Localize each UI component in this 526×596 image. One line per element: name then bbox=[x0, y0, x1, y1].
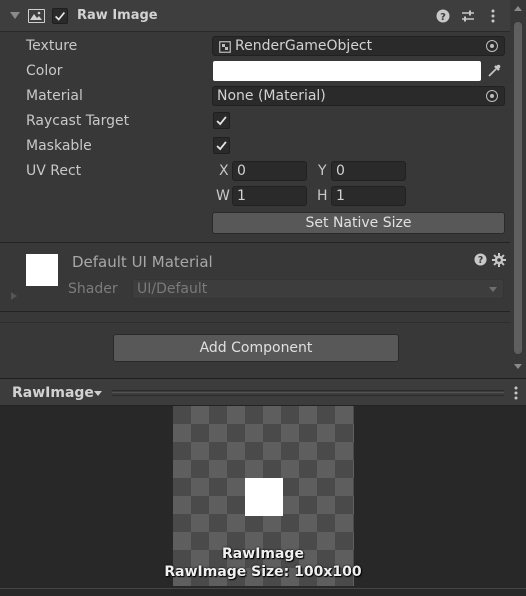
texture-field[interactable]: RenderGameObject bbox=[212, 36, 505, 56]
preview-caption-size: RawImage Size: 100x100 bbox=[164, 564, 362, 580]
uv-w-field[interactable]: 1 bbox=[232, 186, 307, 206]
material-preview-swatch bbox=[26, 254, 58, 286]
component-header[interactable]: Raw Image ? bbox=[0, 0, 510, 32]
add-component-button[interactable]: Add Component bbox=[113, 334, 399, 362]
set-native-size-button[interactable]: Set Native Size bbox=[212, 212, 505, 234]
uv-y-label[interactable]: Y bbox=[318, 163, 327, 179]
scroll-down-arrow-icon[interactable] bbox=[514, 364, 522, 369]
maskable-label: Maskable bbox=[26, 138, 92, 154]
uv-rect-label: UV Rect bbox=[26, 163, 82, 179]
eyedropper-icon[interactable] bbox=[484, 61, 504, 81]
render-texture-icon bbox=[219, 41, 231, 53]
context-menu-icon[interactable] bbox=[485, 8, 501, 24]
object-picker-icon[interactable] bbox=[486, 90, 498, 102]
object-picker-icon[interactable] bbox=[486, 40, 498, 52]
uv-h-value: 1 bbox=[336, 188, 345, 204]
material-divider bbox=[0, 311, 510, 312]
material-label: Material bbox=[26, 88, 83, 104]
component-divider bbox=[0, 242, 510, 243]
raw-image-preview bbox=[245, 478, 283, 516]
component-enabled-toggle[interactable] bbox=[52, 8, 68, 24]
uv-w-label[interactable]: W bbox=[216, 188, 230, 204]
material-divider-2 bbox=[0, 322, 510, 323]
preview-caption-name: RawImage bbox=[222, 546, 304, 562]
scroll-up-arrow-icon[interactable] bbox=[514, 6, 522, 11]
material-value: None (Material) bbox=[217, 88, 326, 104]
bottom-divider bbox=[0, 588, 526, 589]
material-field[interactable]: None (Material) bbox=[212, 86, 505, 106]
dropdown-arrow-icon bbox=[489, 287, 497, 292]
preview-area: RawImage RawImage Size: 100x100 bbox=[0, 406, 526, 596]
material-name: Default UI Material bbox=[72, 253, 213, 271]
help-icon[interactable]: ? bbox=[435, 8, 451, 24]
uv-h-label[interactable]: H bbox=[317, 188, 328, 204]
uv-x-label[interactable]: X bbox=[219, 163, 229, 179]
raycast-target-checkbox[interactable] bbox=[213, 112, 230, 129]
svg-text:?: ? bbox=[478, 255, 483, 266]
texture-value: RenderGameObject bbox=[235, 38, 373, 54]
texture-label: Texture bbox=[26, 38, 78, 54]
presets-icon[interactable] bbox=[460, 8, 476, 24]
preview-resize-grip[interactable] bbox=[112, 390, 504, 396]
inspector-panel: Raw Image ? Texture RenderGameObject Col… bbox=[0, 0, 526, 378]
preview-menu-icon[interactable] bbox=[513, 386, 519, 400]
image-icon bbox=[28, 9, 45, 23]
shader-value: UI/Default bbox=[137, 281, 208, 297]
color-swatch[interactable] bbox=[213, 61, 481, 81]
uv-y-value: 0 bbox=[336, 163, 345, 179]
component-title: Raw Image bbox=[77, 8, 158, 23]
maskable-checkbox[interactable] bbox=[213, 137, 230, 154]
preview-header: RawImage bbox=[0, 378, 526, 406]
uv-w-value: 1 bbox=[237, 188, 246, 204]
uv-h-field[interactable]: 1 bbox=[331, 186, 406, 206]
foldout-arrow-icon[interactable] bbox=[10, 12, 20, 19]
preview-title-dropdown[interactable]: RawImage bbox=[12, 385, 94, 401]
preview-dropdown-arrow-icon[interactable] bbox=[94, 391, 102, 396]
svg-text:?: ? bbox=[440, 12, 446, 23]
inspector-scrollbar[interactable] bbox=[510, 0, 526, 378]
material-settings-gear-icon[interactable] bbox=[492, 253, 506, 267]
raycast-target-label: Raycast Target bbox=[26, 113, 130, 129]
uv-x-field[interactable]: 0 bbox=[232, 161, 307, 181]
material-foldout-icon[interactable] bbox=[11, 292, 17, 300]
color-label: Color bbox=[26, 63, 63, 79]
shader-label: Shader bbox=[68, 281, 118, 297]
material-help-icon[interactable]: ? bbox=[474, 253, 487, 266]
scrollbar-thumb[interactable] bbox=[514, 22, 522, 354]
uv-x-value: 0 bbox=[237, 163, 246, 179]
uv-y-field[interactable]: 0 bbox=[331, 161, 406, 181]
shader-dropdown[interactable]: UI/Default bbox=[132, 279, 504, 299]
